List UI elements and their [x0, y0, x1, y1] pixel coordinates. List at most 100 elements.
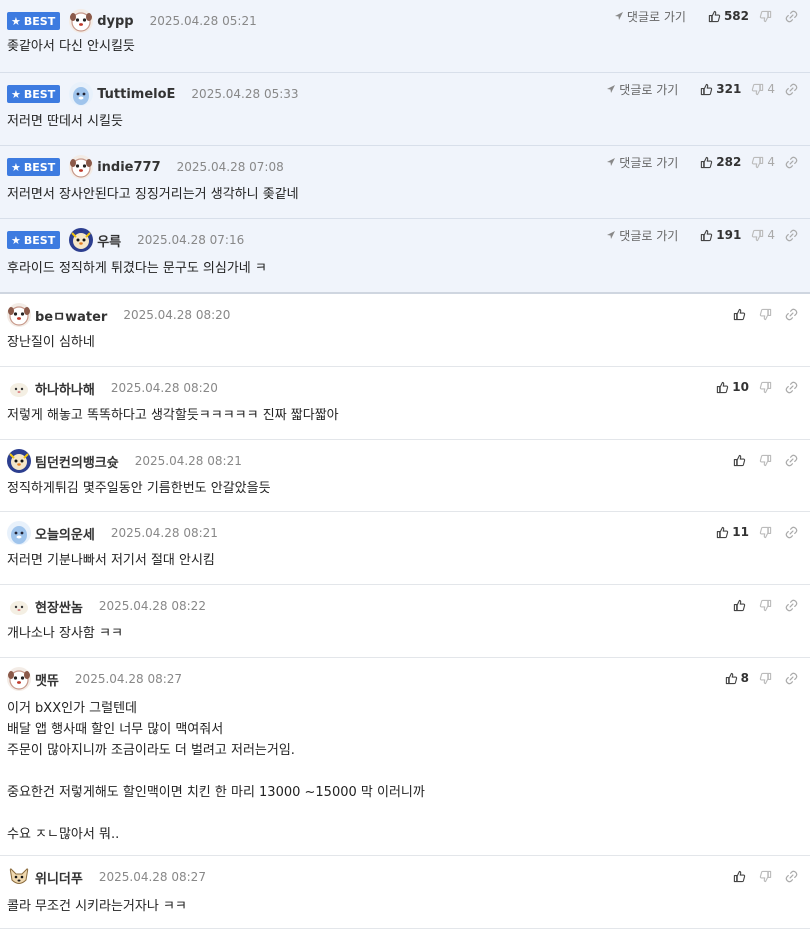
link-button[interactable]	[785, 10, 798, 23]
link-icon	[785, 672, 798, 684]
link-button[interactable]	[785, 156, 798, 169]
thumbs-up-icon	[733, 454, 746, 466]
link-icon	[785, 454, 798, 466]
author-name[interactable]: 맷뜌	[35, 670, 59, 689]
go-to-reply-link[interactable]: 댓글로 가기	[614, 8, 686, 25]
link-button[interactable]	[785, 83, 798, 96]
comment-date: 2025.04.28 08:20	[123, 308, 231, 322]
comment-header: ★ BEST dypp 2025.04.28 05:21	[7, 9, 257, 33]
dislike-button[interactable]: 4	[751, 82, 775, 96]
link-icon	[785, 526, 798, 538]
dislike-count: 4	[767, 228, 775, 242]
like-button[interactable]: 10	[716, 380, 749, 394]
like-button[interactable]: 191	[700, 228, 741, 242]
go-to-reply-link[interactable]: 댓글로 가기	[606, 154, 678, 171]
author-name[interactable]: 하나하나해	[35, 379, 95, 398]
dislike-button[interactable]	[759, 599, 775, 612]
thumbs-down-icon	[759, 526, 772, 538]
author-name[interactable]: 위니더푸	[35, 868, 83, 887]
like-button[interactable]	[733, 308, 749, 321]
like-button[interactable]	[733, 599, 749, 612]
author-name[interactable]: beㅁwater	[35, 306, 107, 325]
comment-actions: 댓글로 가기 582	[614, 6, 798, 26]
avatar[interactable]	[69, 228, 94, 252]
like-button[interactable]: 321	[700, 82, 741, 96]
comment-date: 2025.04.28 08:21	[110, 526, 218, 540]
link-button[interactable]	[785, 672, 798, 685]
author-name[interactable]: 오늘의운세	[35, 524, 95, 543]
go-to-reply-link[interactable]: 댓글로 가기	[606, 81, 678, 98]
comment-date: 2025.04.28 08:27	[74, 672, 183, 686]
thumbs-down-icon	[759, 308, 772, 320]
link-button[interactable]	[785, 599, 798, 612]
arrow-icon	[614, 12, 623, 20]
link-button[interactable]	[785, 870, 798, 883]
like-button[interactable]: 11	[716, 525, 749, 539]
link-button[interactable]	[785, 381, 798, 394]
comment-text: 저러면서 장사안된다고 징징거리는거 생각하니 좆같네	[7, 187, 299, 202]
dislike-button[interactable]	[759, 454, 775, 467]
comment-actions	[723, 450, 798, 470]
star-icon: ★	[11, 233, 21, 247]
like-button[interactable]: 582	[708, 9, 749, 23]
dislike-button[interactable]: 4	[751, 228, 775, 242]
dislike-button[interactable]	[759, 526, 775, 539]
thumbs-down-icon	[759, 381, 772, 393]
author-name[interactable]: dypp	[97, 14, 133, 29]
avatar[interactable]	[7, 521, 31, 545]
avatar[interactable]	[7, 594, 31, 618]
link-button[interactable]	[785, 526, 798, 539]
avatar[interactable]	[7, 667, 31, 691]
comment-header: 팀던컨의뱅크슛 2025.04.28 08:21	[7, 449, 242, 473]
comment-header: 맷뜌 2025.04.28 08:27	[7, 667, 182, 691]
like-button[interactable]	[733, 454, 749, 467]
thumbs-down-icon	[759, 10, 772, 22]
comment-header: ★ BEST 우륵 2025.04.28 07:16	[7, 228, 244, 252]
like-button[interactable]	[733, 870, 749, 883]
link-button[interactable]	[785, 308, 798, 321]
dislike-button[interactable]	[759, 870, 775, 883]
dislike-button[interactable]: 4	[751, 155, 775, 169]
thumbs-down-icon	[759, 454, 772, 466]
author-name[interactable]: TuttimeloE	[97, 87, 175, 102]
comment-actions: 댓글로 가기 282 4	[606, 152, 798, 172]
like-button[interactable]: 282	[700, 155, 741, 169]
author-name[interactable]: 현장싼놈	[35, 597, 83, 616]
dislike-button[interactable]	[759, 672, 775, 685]
comment-item: 오늘의운세 2025.04.28 08:21 11 저러면 기분나빠서 저기서 …	[0, 512, 810, 585]
like-button[interactable]: 8	[725, 671, 749, 685]
dislike-button[interactable]	[759, 308, 775, 321]
avatar[interactable]	[69, 82, 94, 106]
avatar[interactable]	[69, 155, 94, 179]
comment-text: 정직하게튀김 몇주일동안 기름한번도 안갈았을듯	[7, 481, 271, 496]
link-button[interactable]	[785, 454, 798, 467]
comment-text: 저러면 딴데서 시킬듯	[7, 114, 123, 129]
comment-header: 위니더푸 2025.04.28 08:27	[7, 865, 206, 889]
avatar[interactable]	[69, 9, 94, 33]
star-icon: ★	[11, 160, 21, 174]
link-button[interactable]	[785, 229, 798, 242]
go-to-reply-link[interactable]: 댓글로 가기	[606, 227, 678, 244]
comment-header: 오늘의운세 2025.04.28 08:21	[7, 521, 218, 545]
comment-text: 저러면 기분나빠서 저기서 절대 안시킴	[7, 553, 215, 568]
dislike-button[interactable]	[759, 381, 775, 394]
dislike-button[interactable]	[759, 10, 775, 23]
author-name[interactable]: indie777	[97, 160, 160, 175]
author-name[interactable]: 우륵	[97, 231, 121, 250]
avatar[interactable]	[7, 449, 31, 473]
comment-text: 저렇게 해놓고 똑똑하다고 생각할듯ㅋㅋㅋㅋㅋ 진짜 짧다짧아	[7, 408, 339, 423]
comment-text: 개나소나 장사함 ㅋㅋ	[7, 626, 123, 641]
arrow-icon	[607, 158, 616, 166]
avatar[interactable]	[7, 865, 31, 889]
comment-item: ★ BEST 우륵 2025.04.28 07:16 댓글로 가기 191 4 후…	[0, 219, 810, 294]
comment-actions	[723, 304, 798, 324]
comment-actions: 댓글로 가기 321 4	[606, 79, 798, 99]
avatar[interactable]	[7, 303, 31, 327]
like-count: 321	[716, 82, 742, 96]
comment-actions: 10	[706, 377, 798, 397]
comment-item: ★ BEST indie777 2025.04.28 07:08 댓글로 가기 2…	[0, 146, 810, 219]
author-name[interactable]: 팀던컨의뱅크슛	[35, 452, 119, 471]
thumbs-down-icon	[752, 156, 764, 168]
avatar[interactable]	[7, 376, 31, 400]
best-badge: ★ BEST	[7, 158, 61, 176]
